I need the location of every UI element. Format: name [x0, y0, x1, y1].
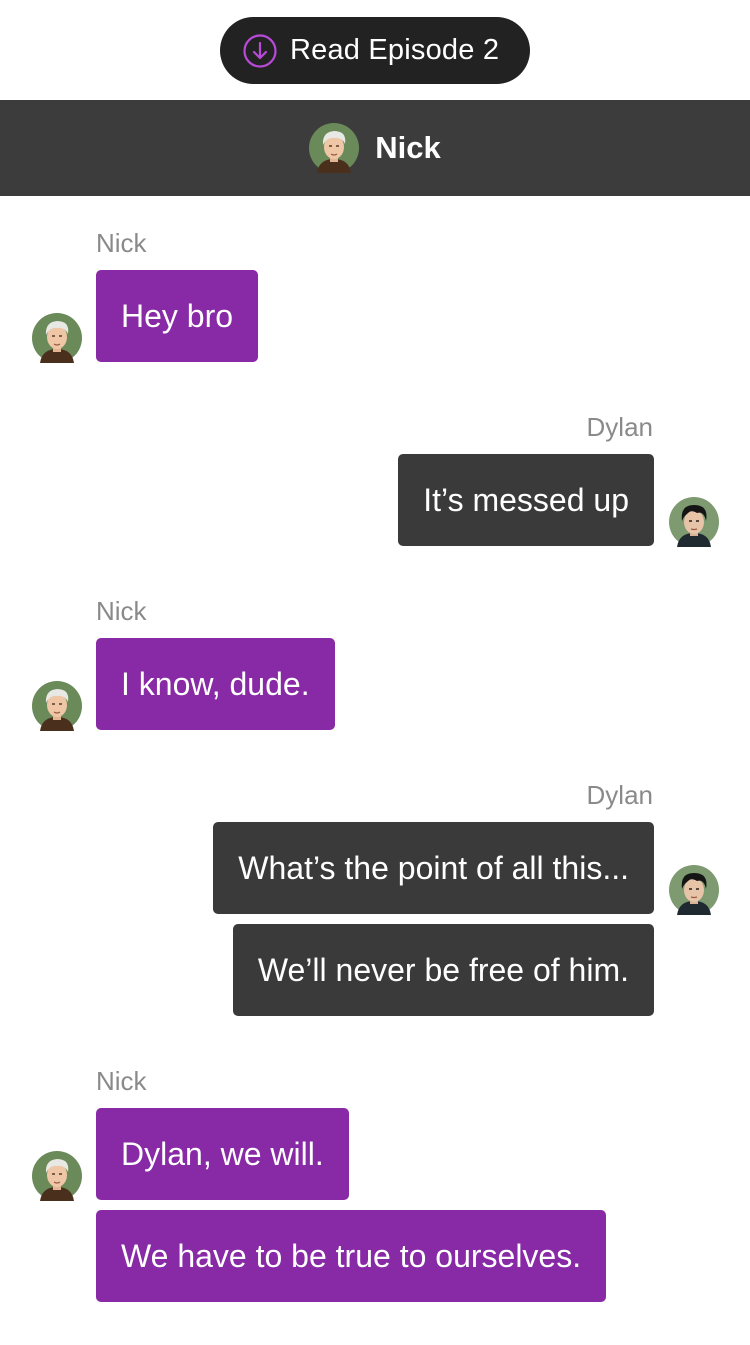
speaker-name: Nick [96, 596, 147, 626]
message-bubble: What’s the point of all this... [213, 822, 654, 914]
message-bubble: It’s messed up [398, 454, 654, 546]
message-bubble: I know, dude. [96, 638, 335, 730]
header-avatar [309, 123, 359, 173]
dylan-avatar [669, 865, 719, 915]
nick-avatar [32, 1151, 82, 1201]
message-bubble: Dylan, we will. [96, 1108, 349, 1200]
nick-avatar [32, 313, 82, 363]
read-episode-button[interactable]: Read Episode 2 [220, 17, 530, 84]
header-title: Nick [375, 130, 441, 165]
speaker-name: Nick [96, 1066, 147, 1096]
top-bar: Read Episode 2 [0, 0, 750, 100]
message-bubble: We’ll never be free of him. [232, 924, 654, 1016]
download-circle-icon [243, 33, 277, 68]
speaker-name: Nick [96, 228, 147, 258]
message-bubble: Hey bro [96, 270, 259, 362]
nick-avatar [32, 681, 82, 731]
speaker-name: Dylan [586, 412, 653, 442]
message-bubble: We have to be true to ourselves. [96, 1210, 607, 1302]
dylan-avatar [669, 497, 719, 547]
speaker-name: Dylan [586, 780, 653, 810]
chat-header: Nick [0, 100, 750, 196]
read-episode-label: Read Episode 2 [290, 34, 500, 66]
